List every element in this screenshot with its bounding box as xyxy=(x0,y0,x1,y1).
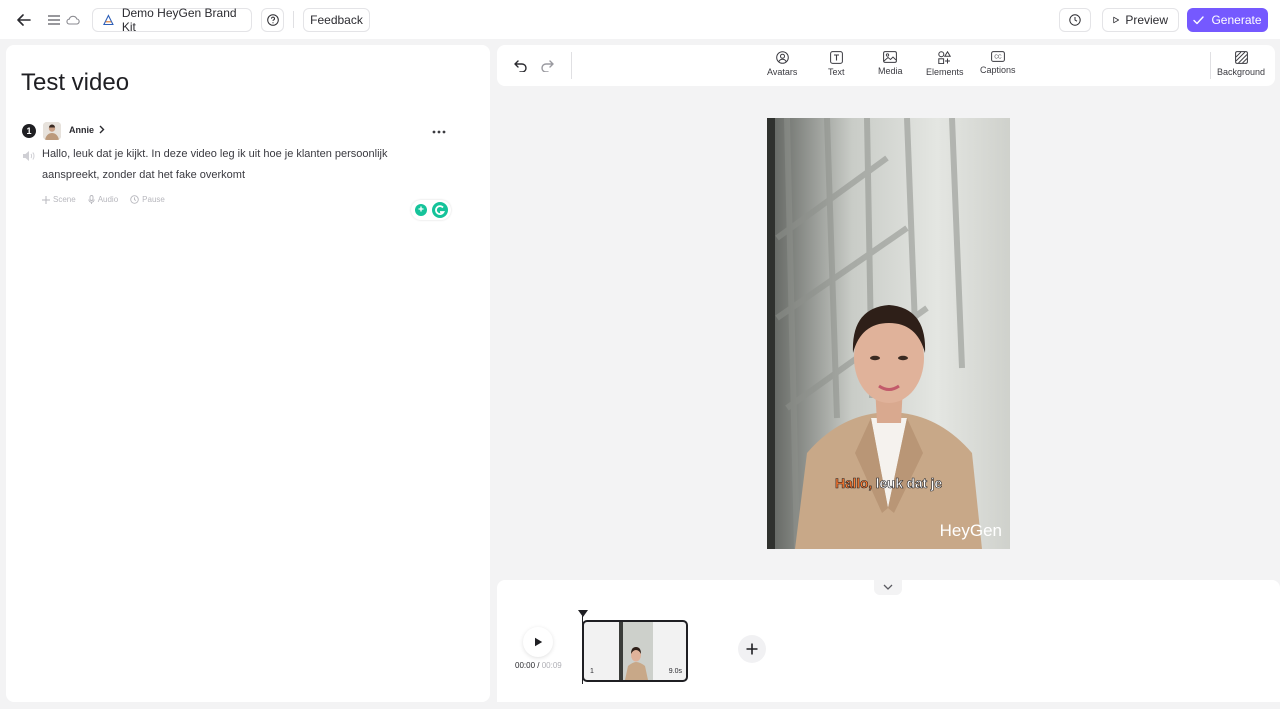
time-separator: / xyxy=(535,661,542,670)
plus-icon xyxy=(746,643,758,655)
timeline-scene-clip[interactable]: 1 9.0s xyxy=(582,620,688,682)
play-icon xyxy=(534,637,542,647)
help-icon xyxy=(266,14,279,26)
timecode: 00:00 / 00:09 xyxy=(515,661,562,670)
pause-action[interactable]: Pause xyxy=(130,195,165,204)
tool-text-label: Text xyxy=(828,67,845,77)
generate-label: Generate xyxy=(1211,13,1262,27)
generate-button[interactable]: Generate xyxy=(1187,8,1268,32)
svg-text:CC: CC xyxy=(994,54,1002,60)
redo-icon[interactable] xyxy=(540,58,554,77)
add-scene-button[interactable] xyxy=(738,635,766,663)
video-canvas[interactable]: Hallo, leuk dat je HeyGen xyxy=(767,118,1010,549)
microphone-icon xyxy=(88,195,95,204)
plus-icon xyxy=(42,195,50,204)
tool-captions[interactable]: CC Captions xyxy=(980,51,1016,75)
scene-number-badge: 1 xyxy=(22,124,36,138)
script-actions: Scene Audio Pause xyxy=(42,195,165,204)
cloud-saved-icon xyxy=(62,8,84,32)
tool-text[interactable]: Text xyxy=(828,51,845,77)
video-title[interactable]: Test video xyxy=(21,69,129,97)
heygen-watermark: HeyGen xyxy=(939,521,1002,540)
tool-elements[interactable]: Elements xyxy=(926,51,964,77)
playhead-handle[interactable] xyxy=(578,610,588,617)
tool-media-label: Media xyxy=(878,66,903,76)
speaker-icon xyxy=(22,149,36,161)
tool-captions-label: Captions xyxy=(980,65,1016,75)
play-button[interactable] xyxy=(523,627,553,657)
avatar-thumbnail[interactable] xyxy=(43,122,61,140)
divider xyxy=(1210,52,1211,79)
tool-media[interactable]: Media xyxy=(878,51,903,76)
caption-highlight-word: Hallo, xyxy=(835,475,873,492)
preview-button[interactable]: Preview xyxy=(1102,8,1179,32)
text-icon xyxy=(829,51,843,64)
audio-action-label: Audio xyxy=(97,195,119,204)
help-button[interactable] xyxy=(261,8,284,32)
brand-logo-icon xyxy=(103,14,114,26)
clip-number: 1 xyxy=(590,668,594,675)
top-bar: Demo HeyGen Brand Kit Feedback Preview G… xyxy=(0,0,1280,39)
captions-icon: CC xyxy=(990,51,1005,62)
elements-icon xyxy=(938,51,952,64)
feedback-button[interactable]: Feedback xyxy=(303,8,370,32)
tool-avatars[interactable]: Avatars xyxy=(767,51,797,77)
image-icon xyxy=(883,51,898,63)
clip-duration: 9.0s xyxy=(668,668,682,675)
check-icon xyxy=(1193,15,1205,24)
pause-action-label: Pause xyxy=(142,195,165,204)
audio-action[interactable]: Audio xyxy=(88,195,118,204)
clip-thumbnail xyxy=(619,622,653,680)
undo-icon[interactable] xyxy=(514,58,528,77)
brand-kit-button[interactable]: Demo HeyGen Brand Kit xyxy=(92,6,252,34)
caption-overlay: Hallo, leuk dat je xyxy=(767,475,1010,492)
total-time: 00:09 xyxy=(541,661,562,670)
tool-elements-label: Elements xyxy=(926,67,964,77)
script-text[interactable]: Hallo, leuk dat je kijkt. In deze video … xyxy=(42,144,422,186)
caption-rest: leuk dat je xyxy=(871,475,942,492)
editor-toolbar: Avatars Text Media Elements CC Captions … xyxy=(497,45,1275,86)
background-icon xyxy=(1234,51,1248,64)
chevron-down-icon xyxy=(883,584,893,590)
pause-clock-icon xyxy=(130,195,139,204)
divider xyxy=(293,11,294,28)
grammarly-widget[interactable] xyxy=(411,200,451,220)
scene-action-label: Scene xyxy=(53,195,76,204)
preview-label: Preview xyxy=(1125,13,1168,27)
avatar-icon xyxy=(775,51,789,64)
add-scene-action[interactable]: Scene xyxy=(42,195,76,204)
play-outline-icon xyxy=(1113,16,1119,24)
more-options-icon[interactable] xyxy=(432,121,446,137)
back-arrow-icon[interactable] xyxy=(13,8,35,32)
divider xyxy=(571,52,572,79)
chevron-right-icon[interactable] xyxy=(99,125,105,137)
brand-kit-label: Demo HeyGen Brand Kit xyxy=(121,6,237,34)
history-button[interactable] xyxy=(1059,8,1091,32)
avatar-name[interactable]: Annie xyxy=(69,125,94,135)
script-panel: Test video 1 Annie Hallo, leuk dat je ki… xyxy=(6,45,490,702)
current-time: 00:00 xyxy=(515,661,536,670)
collapse-timeline-button[interactable] xyxy=(874,579,902,595)
feedback-label: Feedback xyxy=(310,13,363,27)
tool-background[interactable]: Background xyxy=(1217,51,1265,77)
tool-background-label: Background xyxy=(1217,67,1266,77)
tool-avatars-label: Avatars xyxy=(767,67,798,77)
clock-icon xyxy=(1069,14,1081,26)
